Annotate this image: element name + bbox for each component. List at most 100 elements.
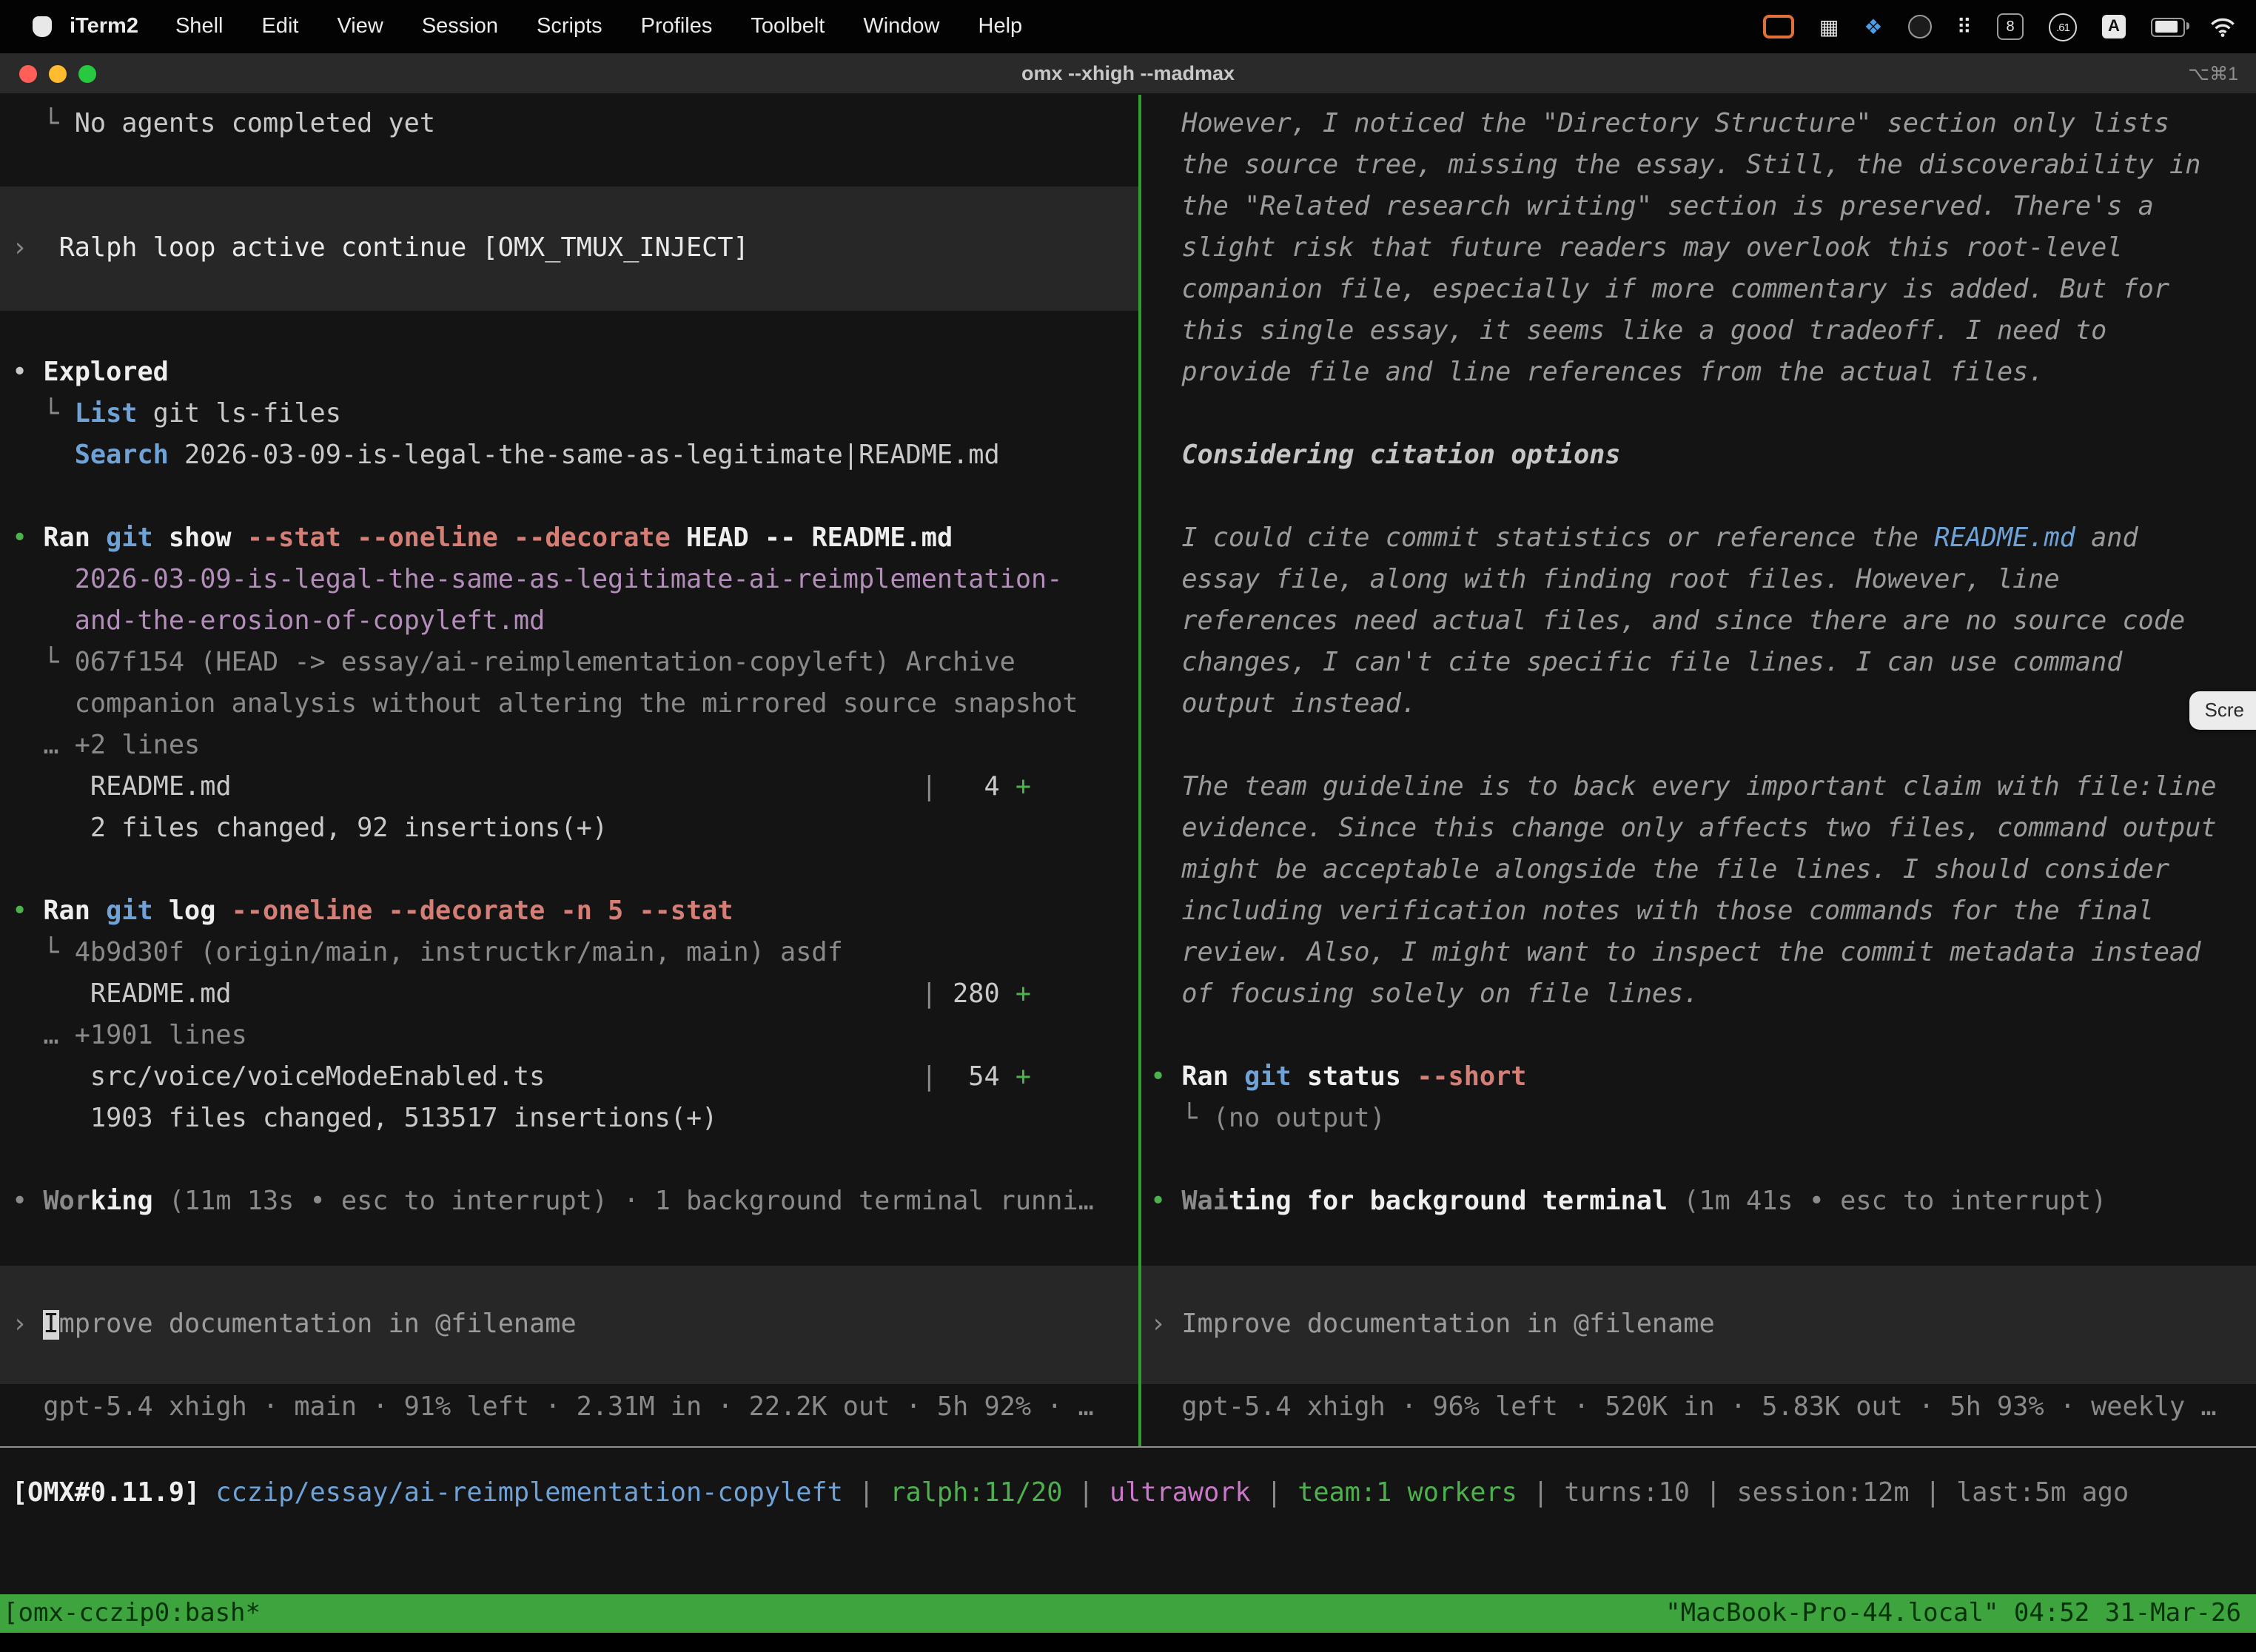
battery-icon[interactable] (2151, 17, 2185, 36)
terminal-line: Search 2026-03-09-is-legal-the-same-as-l… (0, 435, 1138, 477)
text-segment: Ran (43, 897, 106, 927)
prompt-input-left[interactable]: › Improve documentation in @filename (0, 1266, 1138, 1384)
text-segment: log (153, 897, 232, 927)
text-segment: slight risk that future readers may over… (1150, 234, 2122, 263)
terminal-line: └ No agents completed yet (0, 104, 1138, 145)
text-segment: | (843, 1479, 890, 1508)
menu-item[interactable]: View (318, 15, 402, 38)
text-segment: • (12, 524, 43, 554)
text-segment: (1m 41s • esc to interrupt) (1668, 1187, 2106, 1217)
terminal-line: I could cite commit statistics or refere… (1141, 518, 2256, 560)
terminal-line: src/voice/voiceModeEnabled.ts | 54 + (0, 1057, 1138, 1098)
text-segment: HEAD -- README.md (671, 524, 953, 554)
text-segment: king (90, 1187, 153, 1217)
terminal-line: references need actual files, and since … (1141, 601, 2256, 642)
screen-recording-icon[interactable] (1763, 15, 1794, 38)
terminal-line: the source tree, missing the essay. Stil… (1141, 145, 2256, 187)
terminal-line: • Ran git show --stat --oneline --decora… (0, 518, 1138, 560)
text-segment: | (921, 1063, 937, 1092)
text-segment: evidence. Since this change only affects… (1150, 814, 2217, 844)
screen-share-button[interactable]: Scre (2190, 691, 2256, 730)
text-segment: … +2 lines (12, 731, 200, 761)
text-segment: › (12, 234, 59, 263)
text-segment: 54 (937, 1063, 1015, 1092)
app-menu-title[interactable]: iTerm2 (67, 15, 156, 38)
prompt-input-left-text[interactable]: › Improve documentation in @filename (0, 1304, 577, 1346)
terminal-line: • Waiting for background terminal (1m 41… (1141, 1181, 2256, 1223)
text-segment: 2026-03-09-is-legal-the-same-as-legitima… (169, 441, 1000, 471)
text-segment: └ (12, 400, 75, 429)
terminal-line: review. Also, I might want to inspect th… (1141, 933, 2256, 974)
menu-item[interactable]: Edit (242, 15, 318, 38)
text-segment: 280 (937, 980, 1015, 1010)
window-title-bar[interactable]: omx --xhigh --madmax ⌥⌘1 (0, 53, 2256, 95)
menu-item[interactable]: Profiles (622, 15, 732, 38)
prompt-input-right-text[interactable]: › Improve documentation in @filename (1141, 1304, 1715, 1346)
text-segment: last:5m ago (1956, 1479, 2129, 1508)
text-segment: However, I noticed the "Directory Struct… (1150, 110, 2169, 139)
terminal-line: • Ran git status --short (1141, 1057, 2256, 1098)
text-segment: Improve documentation in @filename (1181, 1310, 1714, 1340)
text-segment: mprove documentation in @filename (59, 1310, 577, 1340)
menu-item[interactable]: Toolbelt (731, 15, 844, 38)
grid-icon[interactable]: ▦ (1819, 14, 1839, 39)
apps-grid-icon[interactable]: ⠿ (1956, 14, 1972, 39)
text-segment: this single essay, it seems like a good … (1150, 317, 2106, 346)
menu-item[interactable]: Help (959, 15, 1042, 38)
text-segment (232, 773, 921, 802)
text-segment: git ls-files (138, 400, 341, 429)
terminal-line: … +1901 lines (0, 1015, 1138, 1057)
apple-menu-icon[interactable] (33, 16, 52, 37)
text-segment: › (1150, 1310, 1181, 1340)
menu-item[interactable]: Window (844, 15, 959, 38)
prompt-input-right[interactable]: › Improve documentation in @filename (1141, 1266, 2256, 1384)
tmux-pane-left[interactable]: └ No agents completed yet › Ralph loop a… (0, 95, 1138, 1446)
text-segment: (no output) (1213, 1104, 1386, 1134)
terminal-line: and-the-erosion-of-copyleft.md (0, 601, 1138, 642)
menu-item[interactable]: Shell (156, 15, 243, 38)
terminal-line: output instead. (1141, 684, 2256, 725)
tmux-pane-right[interactable]: However, I noticed the "Directory Struct… (1141, 95, 2256, 1446)
window-title: omx --xhigh --madmax (0, 53, 2256, 95)
text-segment: the "Related research writing" section i… (1150, 192, 2154, 222)
terminal-line: of focusing solely on file lines. (1141, 974, 2256, 1015)
terminal-line: └ 067f154 (HEAD -> essay/ai-reimplementa… (0, 642, 1138, 684)
tmux-status-bar: [omx-cczip0:bash* "MacBook-Pro-44.local"… (0, 1594, 2256, 1633)
menu-item[interactable]: Session (403, 15, 517, 38)
menu-item[interactable]: Scripts (517, 15, 622, 38)
terminal-line (1141, 477, 2256, 518)
text-segment: | (921, 980, 937, 1010)
text-segment: └ (1150, 1104, 1213, 1134)
text-segment: references need actual files, and since … (1150, 607, 2185, 637)
left-scrollback-body: • Explored └ List git ls-files Search 20… (0, 311, 1138, 1223)
text-segment: team:1 workers (1297, 1479, 1517, 1508)
terminal-line: README.md | 280 + (0, 974, 1138, 1015)
input-source-icon[interactable]: A (2102, 15, 2126, 38)
terminal-line: 2026-03-09-is-legal-the-same-as-legitima… (0, 560, 1138, 601)
app-icon-dark[interactable] (1907, 15, 1931, 38)
app-icon-blue[interactable]: ❖ (1864, 14, 1882, 39)
gauge-icon[interactable]: .61 (2049, 13, 2077, 41)
text-segment: Ralph loop active continue [OMX_TMUX_INJ… (59, 234, 749, 263)
text-segment: companion file, especially if more comme… (1150, 275, 2169, 305)
text-segment: └ (12, 110, 75, 139)
text-segment: and (2075, 524, 2138, 554)
text-segment: └ (12, 939, 75, 968)
terminal-line: 2 files changed, 92 insertions(+) (0, 808, 1138, 850)
terminal-line: • Explored (0, 352, 1138, 394)
text-segment: README.md (12, 773, 232, 802)
pane-bottom-border (0, 1446, 2256, 1448)
text-segment: ralph:11/20 (890, 1479, 1062, 1508)
text-segment: cczip/essay/ai-reimplementation-copyleft (215, 1479, 842, 1508)
text-segment: The team guideline is to back every impo… (1150, 773, 2217, 802)
model-status-right: gpt-5.4 xhigh · 96% left · 520K in · 5.8… (1141, 1387, 2256, 1428)
keypad-icon[interactable]: 8 (1997, 13, 2024, 40)
terminal-line (1141, 725, 2256, 767)
text-segment: changes, I can't cite specific file line… (1150, 648, 2122, 678)
text-segment: List (75, 400, 138, 429)
text-segment: essay file, along with finding root file… (1150, 565, 2060, 595)
wifi-icon[interactable] (2210, 17, 2235, 36)
text-segment: 4b9d30f (origin/main, instructkr/main, m… (75, 939, 843, 968)
text-segment: ultrawork (1109, 1479, 1251, 1508)
text-segment: | (1690, 1479, 1737, 1508)
